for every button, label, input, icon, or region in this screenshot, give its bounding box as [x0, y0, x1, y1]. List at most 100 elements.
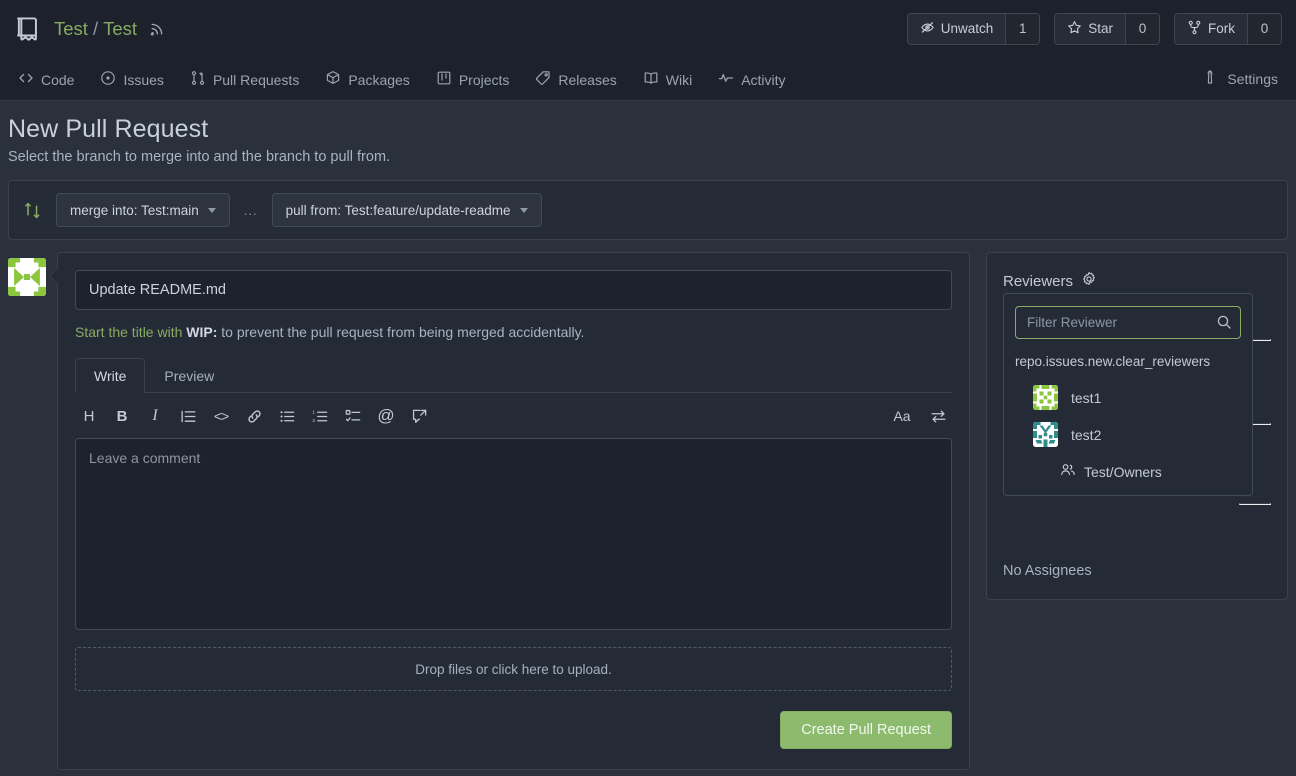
code-icon [18, 70, 34, 89]
repo-header: Test / Test Unwatch 1 Star 0 Fork 0 [0, 0, 1296, 57]
fork-button-group[interactable]: Fork 0 [1174, 12, 1282, 45]
eye-slash-icon [920, 20, 935, 38]
nav-item-pull-requests[interactable]: Pull Requests [190, 57, 299, 100]
code-icon[interactable]: <> [211, 406, 231, 426]
avatar [8, 258, 46, 296]
nav-item-packages[interactable]: Packages [325, 57, 410, 100]
nav-item-activity[interactable]: Activity [718, 57, 786, 100]
reviewer-option-test2[interactable]: test2 [1015, 416, 1241, 453]
unwatch-button[interactable]: Unwatch [907, 13, 1006, 44]
merge-into-branch-select[interactable]: merge into: Test:main [56, 193, 230, 227]
toolbar-right-group: Aa [892, 406, 948, 426]
pr-sidebar: Reviewers repo.issues.new. [986, 252, 1288, 600]
reviewers-label: Reviewers [1003, 272, 1074, 290]
markdown-toolbar: H B I <> 1 2 @ Aa [75, 393, 952, 438]
file-dropzone[interactable]: Drop files or click here to upload. [75, 647, 952, 691]
identicon-green [1033, 385, 1058, 410]
branch-selection-bar: merge into: Test:main ... pull from: Tes… [8, 180, 1288, 240]
team-name-label: Test/Owners [1084, 463, 1162, 480]
nav-label-packages: Packages [348, 71, 410, 88]
nav-label-issues: Issues [123, 71, 164, 88]
reference-icon[interactable] [409, 406, 429, 426]
text-size-icon[interactable]: Aa [892, 406, 912, 426]
unordered-list-icon[interactable] [277, 406, 297, 426]
svg-text:2: 2 [312, 418, 315, 424]
star-button[interactable]: Star [1055, 13, 1125, 44]
project-board-icon [436, 70, 452, 89]
heading-icon[interactable]: H [79, 406, 99, 426]
reviewer-picker-popup: repo.issues.new.clear_reviewers [1003, 293, 1253, 496]
star-count[interactable]: 0 [1125, 13, 1159, 44]
comment-textarea[interactable] [75, 438, 952, 630]
submit-row: Create Pull Request [75, 711, 952, 749]
bold-icon[interactable]: B [112, 406, 132, 426]
fork-label: Fork [1208, 21, 1235, 36]
search-icon [1216, 314, 1232, 335]
fork-count[interactable]: 0 [1247, 13, 1281, 44]
fork-icon [1187, 20, 1202, 38]
gear-icon[interactable] [1081, 271, 1097, 291]
package-cube-icon [325, 70, 341, 89]
page-header: New Pull Request Select the branch to me… [0, 101, 1296, 165]
book-icon [643, 70, 659, 89]
watch-button-group[interactable]: Unwatch 1 [906, 12, 1041, 45]
repo-book-icon [14, 14, 42, 44]
mention-icon[interactable]: @ [376, 406, 396, 426]
pr-title-input[interactable] [75, 270, 952, 310]
reviewer-option-test1[interactable]: test1 [1015, 379, 1241, 416]
italic-icon[interactable]: I [145, 406, 165, 426]
pulse-icon [718, 70, 734, 89]
reviewer-option-team[interactable]: Test/Owners [1015, 453, 1241, 485]
nav-label-settings: Settings [1227, 70, 1278, 87]
star-label: Star [1088, 21, 1113, 36]
wrench-icon [1204, 69, 1220, 88]
tag-icon [535, 70, 551, 89]
page-title: New Pull Request [8, 115, 209, 143]
nav-label-releases: Releases [558, 71, 617, 88]
compare-arrows-icon[interactable] [23, 201, 42, 220]
nav-label-activity: Activity [741, 71, 786, 88]
chevron-down-icon [207, 207, 216, 213]
rss-icon[interactable] [149, 20, 166, 37]
reviewer-filter-input[interactable] [1015, 306, 1241, 339]
wip-hint-keyword: WIP: [186, 324, 218, 340]
quote-icon[interactable] [178, 406, 198, 426]
nav-item-issues[interactable]: Issues [100, 57, 164, 100]
identicon-teal [1033, 422, 1058, 447]
page-subtitle: Select the branch to merge into and the … [8, 149, 391, 165]
reviewer-name-test1: test1 [1071, 389, 1102, 406]
fork-button[interactable]: Fork [1175, 13, 1247, 44]
tab-preview[interactable]: Preview [145, 358, 233, 393]
repo-name-link[interactable]: Test [103, 18, 137, 40]
user-identicon [8, 258, 46, 296]
pull-from-branch-select[interactable]: pull from: Test:feature/update-readme [271, 193, 542, 227]
task-list-icon[interactable] [343, 406, 363, 426]
switch-editor-icon[interactable] [928, 406, 948, 426]
nav-item-settings[interactable]: Settings [1204, 69, 1278, 88]
tab-write[interactable]: Write [75, 358, 146, 393]
watch-count[interactable]: 1 [1005, 13, 1040, 44]
clear-reviewers-item[interactable]: repo.issues.new.clear_reviewers [1015, 339, 1241, 379]
link-icon[interactable] [244, 406, 264, 426]
create-pull-request-button[interactable]: Create Pull Request [780, 711, 952, 749]
nav-item-wiki[interactable]: Wiki [643, 57, 692, 100]
repo-nav: Code Issues Pull Requests Packages Proje… [0, 57, 1296, 101]
ordered-list-icon[interactable]: 1 2 [310, 406, 330, 426]
nav-item-releases[interactable]: Releases [535, 57, 617, 100]
git-pull-request-icon [190, 70, 206, 89]
people-icon [1060, 462, 1076, 481]
nav-item-code[interactable]: Code [18, 57, 74, 100]
star-button-group[interactable]: Star 0 [1054, 12, 1160, 45]
reviewers-section-header[interactable]: Reviewers [1003, 271, 1271, 291]
nav-label-code: Code [41, 71, 75, 88]
pull-from-label: pull from: Test:feature/update-readme [285, 202, 511, 218]
nav-item-projects[interactable]: Projects [436, 57, 510, 100]
pull-request-form-column: Start the title with WIP: to prevent the… [8, 252, 970, 770]
star-icon [1067, 20, 1082, 38]
chevron-down-icon [519, 207, 528, 213]
nav-label-projects: Projects [458, 71, 510, 88]
editor-tabs: Write Preview [75, 358, 952, 393]
pull-request-form-card: Start the title with WIP: to prevent the… [49, 252, 970, 770]
nav-label-pull-requests: Pull Requests [212, 71, 300, 88]
repo-owner-link[interactable]: Test [54, 18, 88, 40]
